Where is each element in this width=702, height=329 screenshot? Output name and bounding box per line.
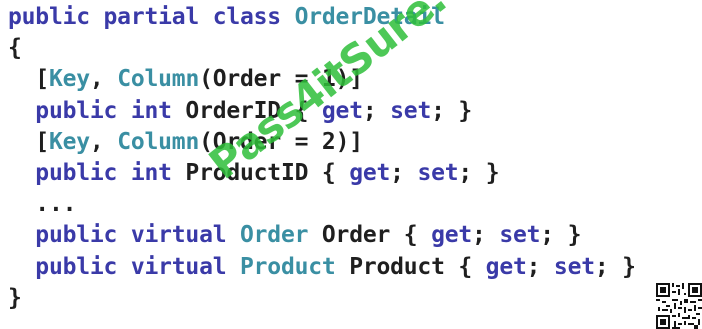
- code-token: ...: [8, 191, 77, 218]
- code-token: set: [390, 97, 432, 124]
- code-token: ;: [472, 222, 500, 249]
- code-line: public virtual Order Order { get; set; }: [8, 220, 636, 251]
- code-token: public int: [35, 97, 186, 124]
- code-line: }: [8, 283, 636, 314]
- code-token: }: [8, 284, 22, 311]
- code-token: Column: [117, 128, 200, 155]
- code-token: set: [417, 159, 459, 186]
- code-line: ...: [8, 189, 636, 220]
- code-block: public partial class OrderDetail{ [Key, …: [8, 2, 636, 314]
- code-token: set: [553, 253, 595, 280]
- code-token: get: [431, 222, 473, 249]
- code-line: {: [8, 33, 636, 64]
- code-token: OrderID {: [185, 97, 322, 124]
- code-line: [Key, Column(Order = 2)]: [8, 127, 636, 158]
- code-token: Key: [48, 66, 90, 93]
- code-line: public int ProductID { get; set; }: [8, 158, 636, 189]
- code-token: ,: [89, 66, 118, 93]
- code-token: ProductID {: [185, 159, 350, 186]
- code-token: ; }: [540, 222, 582, 249]
- code-token: ;: [390, 159, 418, 186]
- code-token: Product: [240, 253, 336, 280]
- code-token: ,: [89, 128, 118, 155]
- qr-code-icon: [656, 283, 702, 329]
- code-token: public virtual: [35, 253, 241, 280]
- code-token: Order {: [308, 222, 432, 249]
- code-token: ; }: [431, 97, 473, 124]
- code-line: public int OrderID { get; set; }: [8, 96, 636, 127]
- code-token: ; }: [594, 253, 636, 280]
- code-line: public partial class OrderDetail: [8, 2, 636, 33]
- code-token: Product {: [335, 253, 486, 280]
- code-line: public virtual Product Product { get; se…: [8, 252, 636, 283]
- code-token: ; }: [458, 159, 500, 186]
- code-token: (Order = 2)]: [199, 128, 363, 155]
- code-token: [: [8, 66, 49, 93]
- code-token: public int: [35, 159, 186, 186]
- code-token: get: [349, 159, 391, 186]
- code-token: (Order = 1)]: [199, 66, 363, 93]
- code-line: [Key, Column(Order = 1)]: [8, 64, 636, 95]
- code-token: public partial class: [8, 4, 295, 30]
- code-token: Column: [117, 66, 200, 93]
- code-token: OrderDetail: [294, 4, 445, 30]
- code-token: Key: [48, 128, 90, 155]
- code-token: ;: [362, 97, 391, 124]
- code-token: ;: [526, 253, 554, 280]
- code-token: get: [485, 253, 527, 280]
- code-token: Order: [240, 222, 309, 249]
- code-token: {: [8, 35, 22, 62]
- code-token: [: [8, 128, 49, 155]
- code-token: public virtual: [35, 222, 241, 249]
- code-token: set: [499, 222, 541, 249]
- code-token: get: [321, 97, 363, 124]
- code-viewer: public partial class OrderDetail{ [Key, …: [0, 0, 702, 329]
